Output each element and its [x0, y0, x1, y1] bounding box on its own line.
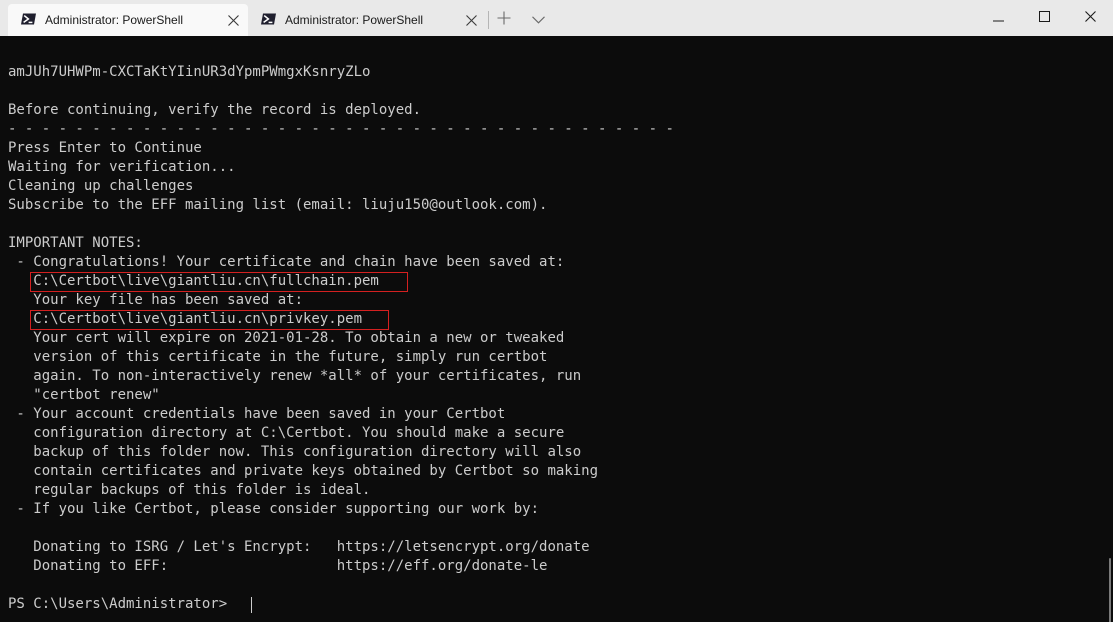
privkey-path-line: C:\Certbot\live\giantliu.cn\privkey.pem: [8, 311, 363, 327]
chevron-down-icon: [531, 11, 545, 29]
tab-powershell-1[interactable]: Administrator: PowerShell: [8, 4, 248, 36]
terminal-line: - - - - - - - - - - - - - - - - - - - - …: [8, 121, 674, 137]
new-tab-button[interactable]: [491, 8, 517, 32]
terminal-line: Donating to EFF: https://eff.org/donate-…: [8, 558, 548, 574]
fullchain-path-line: C:\Certbot\live\giantliu.cn\fullchain.pe…: [8, 273, 379, 289]
terminal-line: again. To non-interactively renew *all* …: [8, 368, 582, 384]
terminal-line: amJUh7UHWPm-CXCTaKtYIinUR3dYpmPWmgxKsnry…: [8, 64, 371, 80]
close-icon: [1084, 9, 1096, 27]
terminal-line: Subscribe to the EFF mailing list (email…: [8, 197, 548, 213]
terminal-line: Your cert will expire on 2021-01-28. To …: [8, 330, 565, 346]
terminal-output[interactable]: amJUh7UHWPm-CXCTaKtYIinUR3dYpmPWmgxKsnry…: [0, 36, 1113, 622]
terminal-line: Your key file has been saved at:: [8, 292, 304, 308]
terminal-line: backup of this folder now. This configur…: [8, 444, 582, 460]
terminal-line: "certbot renew": [8, 387, 160, 403]
terminal-line: - Your account credentials have been sav…: [8, 406, 506, 422]
maximize-button[interactable]: [1021, 0, 1067, 36]
terminal-line: - If you like Certbot, please consider s…: [8, 501, 540, 517]
powershell-icon: [261, 13, 276, 25]
terminal-line: version of this certificate in the futur…: [8, 349, 548, 365]
terminal-window: Administrator: PowerShell Administrator:…: [0, 0, 1113, 622]
scrollbar-thumb[interactable]: [1109, 558, 1111, 622]
tab-label: Administrator: PowerShell: [45, 13, 184, 27]
close-icon[interactable]: [222, 9, 244, 31]
title-bar[interactable]: Administrator: PowerShell Administrator:…: [0, 0, 1113, 36]
prompt-line[interactable]: PS C:\Users\Administrator>: [8, 595, 236, 614]
terminal-line: Before continuing, verify the record is …: [8, 102, 422, 118]
terminal-line: - Congratulations! Your certificate and …: [8, 254, 565, 270]
terminal-line: contain certificates and private keys ob…: [8, 463, 599, 479]
tab-powershell-2[interactable]: Administrator: PowerShell: [250, 4, 486, 36]
close-window-button[interactable]: [1067, 0, 1113, 36]
scrollbar[interactable]: [1107, 36, 1113, 622]
text-cursor: [251, 597, 252, 613]
terminal-line: Donating to ISRG / Let's Encrypt: https:…: [8, 539, 590, 555]
tab-label: Administrator: PowerShell: [285, 13, 424, 27]
minimize-icon: [992, 9, 1004, 27]
terminal-line: regular backups of this folder is ideal.: [8, 482, 371, 498]
terminal-line: Press Enter to Continue: [8, 140, 202, 156]
plus-icon: [497, 11, 511, 30]
tab-separator: [488, 11, 489, 29]
maximize-icon: [1038, 9, 1050, 27]
close-icon[interactable]: [460, 9, 482, 31]
powershell-icon: [21, 13, 36, 25]
tab-dropdown-button[interactable]: [525, 8, 551, 32]
terminal-line: Waiting for verification...: [8, 159, 236, 175]
minimize-button[interactable]: [975, 0, 1021, 36]
terminal-line: Cleaning up challenges: [8, 178, 194, 194]
terminal-line: IMPORTANT NOTES:: [8, 235, 143, 251]
terminal-line: configuration directory at C:\Certbot. Y…: [8, 425, 565, 441]
